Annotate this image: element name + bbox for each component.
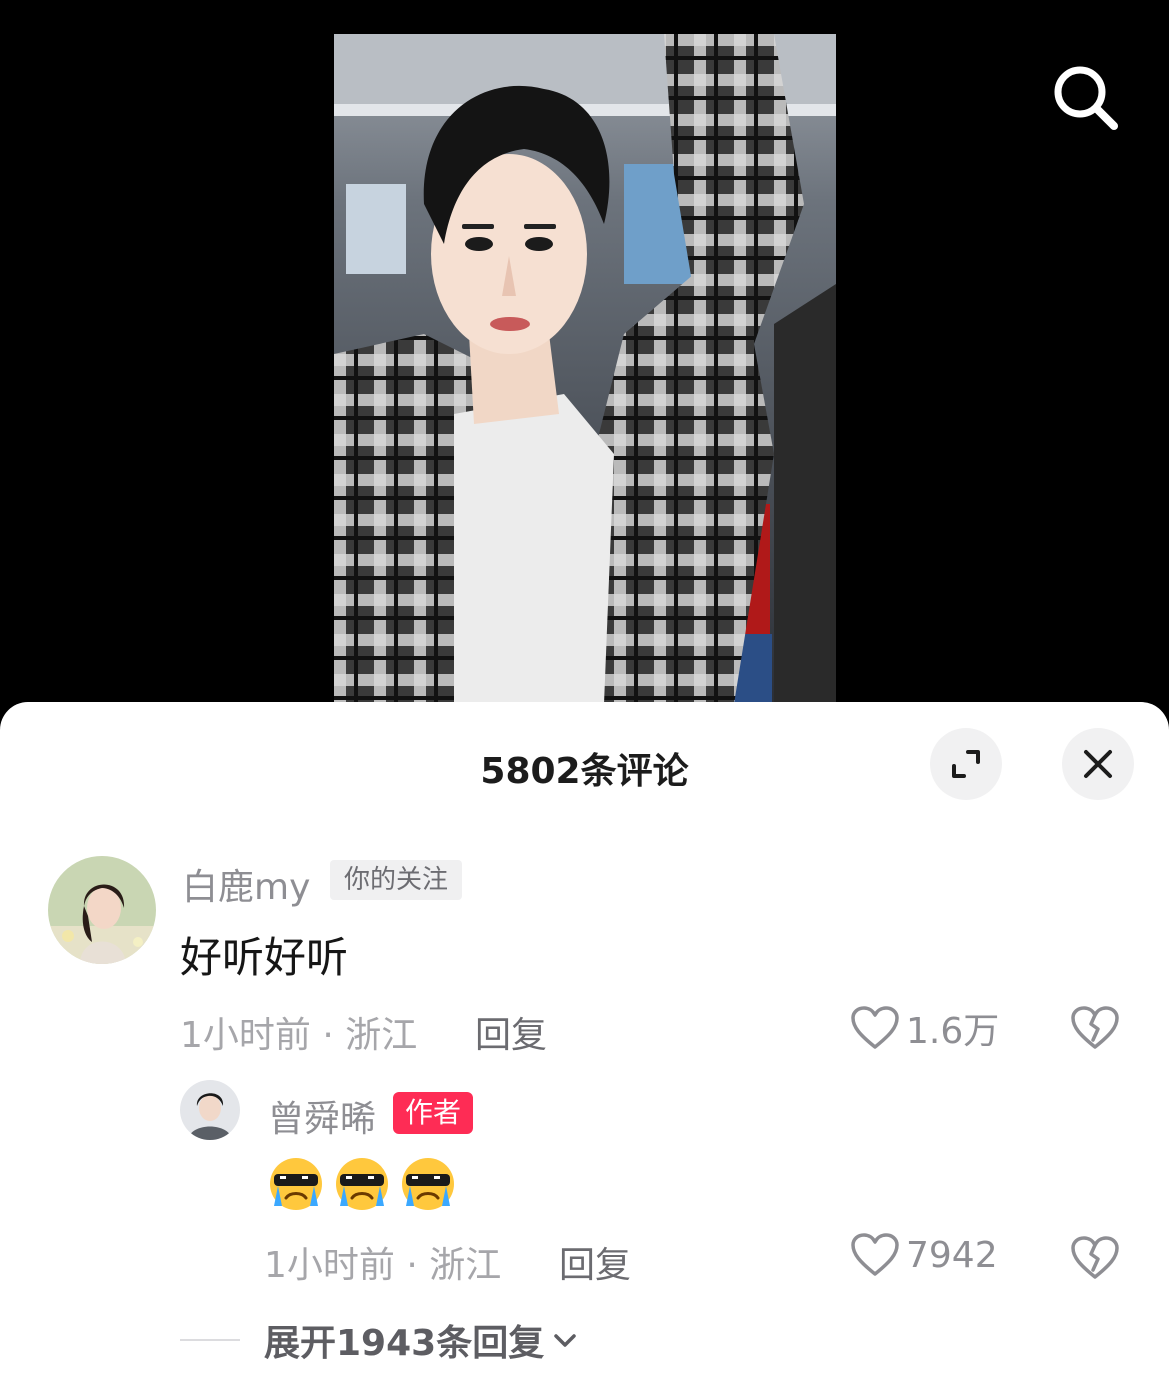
comments-sheet: 5802条评论 白鹿my 你的关注 好听好听 1小时前 · 浙江 回复 1.6万… [0, 702, 1169, 1377]
like-button[interactable]: 1.6万 [850, 1002, 999, 1054]
cool-crying-emoji-icon [336, 1158, 388, 1210]
video-player[interactable] [334, 34, 836, 704]
cool-crying-emoji-icon [402, 1158, 454, 1210]
search-icon [1054, 66, 1118, 130]
broken-heart-icon [1071, 1236, 1119, 1279]
search-button[interactable] [1050, 62, 1122, 134]
heart-icon [851, 1233, 899, 1276]
dislike-button[interactable] [1070, 1002, 1120, 1052]
cool-crying-emoji-icon [270, 1158, 322, 1210]
reply-username[interactable]: 曾舜晞 [268, 1090, 376, 1142]
author-tag: 作者 [393, 1092, 474, 1134]
expand-replies-button[interactable]: 展开1943条回复 [180, 1314, 580, 1366]
reply-like-button[interactable]: 7942 [850, 1232, 998, 1278]
broken-heart-icon [1071, 1006, 1119, 1049]
expand-icon [952, 750, 980, 778]
reply-button[interactable]: 回复 [475, 1006, 547, 1058]
reply-like-count: 7942 [906, 1234, 998, 1276]
comment-username[interactable]: 白鹿my [182, 858, 310, 910]
chevron-down-icon [554, 1334, 576, 1347]
fullscreen-comments-button[interactable] [930, 728, 1002, 800]
close-comments-button[interactable] [1062, 728, 1134, 800]
heart-icon [851, 1006, 899, 1049]
reply-dislike-button[interactable] [1070, 1232, 1120, 1282]
reply-emoji-text [266, 1154, 458, 1214]
following-tag: 你的关注 [330, 860, 463, 900]
expand-replies-label: 展开1943条回复 [264, 1323, 545, 1364]
video-frame-image [334, 34, 836, 704]
like-count: 1.6万 [906, 1011, 1000, 1052]
close-icon [1084, 750, 1112, 778]
divider-line [180, 1339, 240, 1341]
comment-avatar[interactable] [48, 856, 156, 964]
reply-avatar[interactable] [180, 1080, 240, 1140]
reply-meta: 1小时前 · 浙江 [264, 1245, 502, 1286]
avatar-image [180, 1080, 240, 1140]
app-screen: 5802条评论 白鹿my 你的关注 好听好听 1小时前 · 浙江 回复 1.6万… [0, 0, 1169, 1377]
reply-to-reply-button[interactable]: 回复 [559, 1236, 631, 1288]
comment-meta: 1小时前 · 浙江 [180, 1015, 418, 1056]
avatar-image [48, 856, 156, 964]
comment-text: 好听好听 [180, 933, 349, 982]
